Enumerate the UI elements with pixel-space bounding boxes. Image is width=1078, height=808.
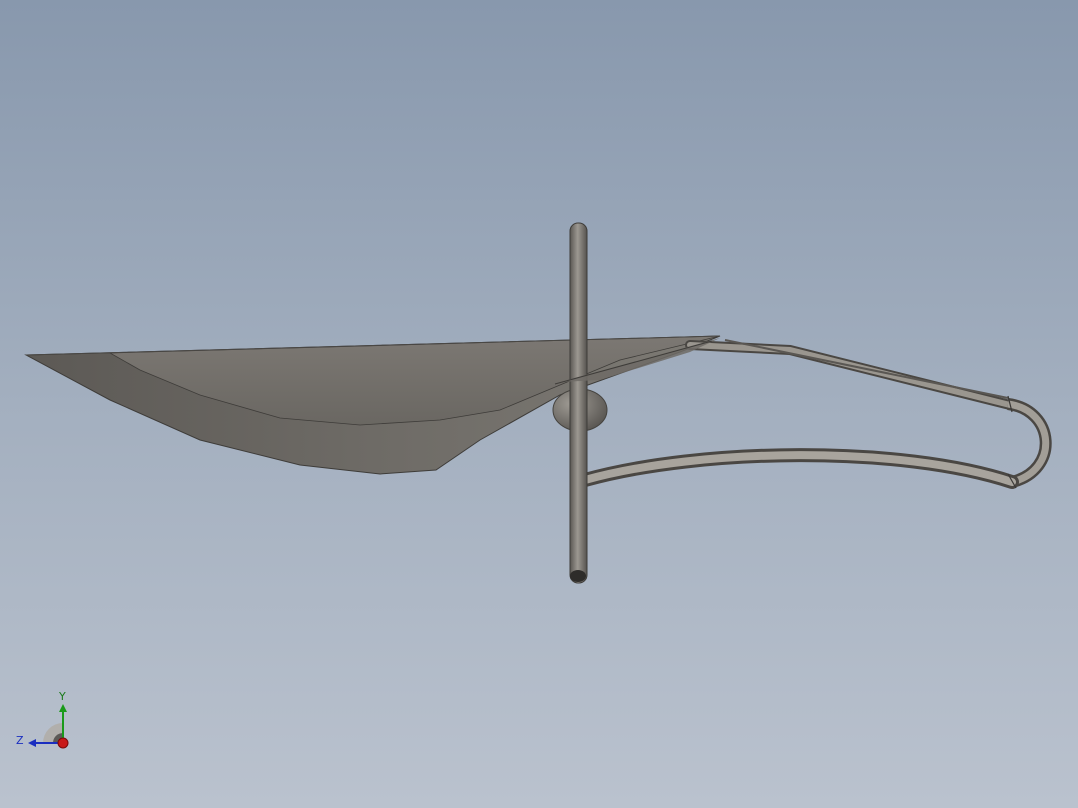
model-3d-view[interactable]: [0, 0, 1078, 808]
guard-rod: [569, 222, 588, 584]
handle-loop-bend: [1006, 398, 1052, 488]
x-axis-dot: [57, 737, 69, 749]
z-axis-label: Z: [16, 734, 24, 747]
graphics-viewport[interactable]: Y Z: [0, 0, 1078, 808]
y-axis-label: Y: [58, 690, 66, 703]
orientation-triad: Y Z: [16, 690, 69, 749]
